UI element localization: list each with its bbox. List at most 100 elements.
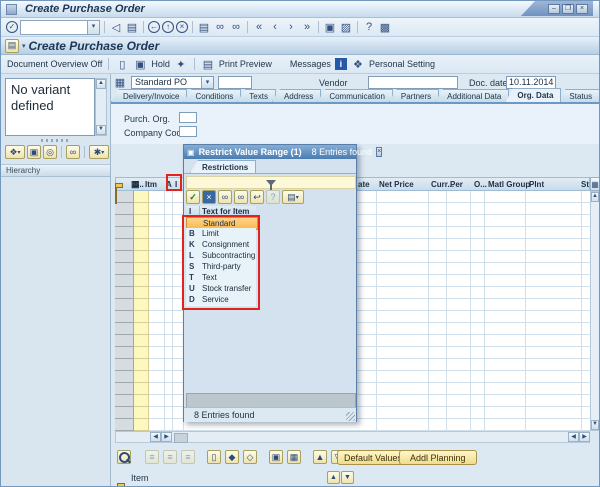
variant-menu-icon[interactable]: ❖ ▾ — [5, 145, 25, 159]
copy-document-icon[interactable]: ▣ — [133, 58, 147, 71]
first-page-icon[interactable]: « — [252, 21, 266, 33]
hscroll-thumb[interactable] — [174, 433, 188, 443]
item-rows-1-icon[interactable]: ≡ — [145, 450, 159, 464]
personal-setting-button[interactable]: Personal Setting — [369, 59, 435, 69]
tab-partners[interactable]: Partners — [388, 89, 440, 102]
dialog-find-next-icon[interactable]: ∞ — [234, 190, 248, 204]
vscroll-up-icon[interactable]: ▲ — [591, 192, 599, 202]
close-button[interactable]: × — [576, 3, 588, 14]
layout-menu-icon[interactable]: ▩ — [378, 21, 392, 34]
hscroll-left-icon[interactable]: ◀ — [150, 432, 161, 442]
col-plant[interactable]: Plnt — [529, 180, 544, 189]
sidebar-find-icon[interactable]: ∞ — [66, 145, 80, 159]
col-delivery-date[interactable]: ate — [358, 180, 370, 189]
previous-item-icon[interactable]: ▲ — [327, 471, 340, 484]
next-page-icon[interactable]: › — [284, 21, 298, 33]
order-number-field[interactable] — [218, 76, 252, 89]
last-page-icon[interactable]: » — [300, 21, 314, 33]
back-icon[interactable]: ← — [148, 21, 160, 33]
variant-scrollbar[interactable]: ▲ ▼ — [95, 78, 107, 136]
sidebar-config-icon[interactable]: ✱ ▾ — [89, 145, 109, 159]
accept-icon[interactable]: ✓ — [186, 190, 200, 204]
hold-button[interactable]: Hold — [151, 59, 170, 69]
enter-icon[interactable]: ✓ — [6, 21, 18, 33]
hscroll-right2-icon[interactable]: ▶ — [579, 432, 590, 442]
minimize-button[interactable]: – — [548, 3, 560, 14]
messages-button[interactable]: Messages — [290, 59, 331, 69]
restrictions-collapsed-bar[interactable] — [186, 176, 356, 190]
sort-icon[interactable]: ▲ — [313, 450, 327, 464]
previous-page-icon[interactable]: ‹ — [268, 21, 282, 33]
item-overview-folder-icon[interactable] — [115, 185, 117, 204]
table-vscrollbar[interactable]: ▲ ▼ — [590, 191, 599, 431]
tab-communication[interactable]: Communication — [317, 89, 393, 102]
copy-item-icon[interactable]: ▣ — [269, 450, 283, 464]
tab-status[interactable]: Status — [557, 89, 599, 102]
find-next-icon[interactable]: ∞ — [229, 21, 243, 33]
tab-additional-data[interactable]: Additional Data — [435, 89, 510, 102]
tab-conditions[interactable]: Conditions — [183, 89, 242, 102]
order-type-combo[interactable]: Standard PO ▾ — [131, 76, 214, 89]
hscroll-right-icon[interactable]: ▶ — [161, 432, 172, 442]
doc-date-field[interactable]: 10.11.2014 — [506, 76, 556, 89]
cancel-icon[interactable]: × — [176, 21, 188, 33]
dialog-help-icon[interactable]: ? — [266, 190, 280, 204]
transaction-menu-dropdown-icon[interactable]: ▾ — [22, 42, 26, 50]
col-o[interactable]: O... — [474, 180, 487, 189]
dialog-find-icon[interactable]: ∞ — [218, 190, 232, 204]
item-rows-2-icon[interactable]: ≡ — [163, 450, 177, 464]
messages-icon[interactable]: i — [334, 58, 347, 70]
print-icon[interactable]: ▤ — [197, 21, 211, 34]
col-matl-group[interactable]: Matl Group — [488, 180, 530, 189]
hscroll-left2-icon[interactable]: ◀ — [568, 432, 579, 442]
exit-icon[interactable]: ↑ — [162, 21, 174, 33]
tab-address[interactable]: Address — [271, 89, 322, 102]
table-settings-icon[interactable]: ▦ — [590, 177, 599, 191]
addl-planning-button[interactable]: Addl Planning — [399, 450, 477, 465]
vendor-field[interactable] — [368, 76, 458, 89]
company-code-field[interactable] — [179, 126, 197, 137]
hierarchy-header[interactable]: Hierarchy — [1, 164, 110, 177]
tab-delivery-invoice[interactable]: Delivery/Invoice — [111, 89, 188, 102]
find-icon[interactable]: ∞ — [213, 21, 227, 33]
print-preview-button[interactable]: Print Preview — [219, 59, 272, 69]
new-session-icon[interactable]: ▣ — [323, 21, 337, 34]
shopping-cart-icon[interactable]: ▦ — [113, 76, 127, 89]
unlock-item-icon[interactable]: ◇ — [243, 450, 257, 464]
create-shortcut-icon[interactable]: ▨ — [339, 21, 353, 34]
tab-org-data[interactable]: Org. Data — [505, 88, 562, 102]
scroll-down-icon[interactable]: ▼ — [96, 125, 106, 135]
col-item[interactable]: Itm — [145, 180, 157, 189]
restrictions-tab[interactable]: Restrictions — [190, 160, 257, 173]
col-per[interactable]: Per — [450, 180, 463, 189]
dialog-close-icon[interactable]: × — [376, 147, 383, 157]
item-rows-3-icon[interactable]: ≡ — [181, 450, 195, 464]
hold-lock-icon[interactable]: ✦ — [174, 58, 188, 71]
list-print-icon[interactable]: ▤ ▾ — [282, 190, 304, 204]
scroll-up-icon[interactable]: ▲ — [96, 79, 106, 89]
resize-grip[interactable] — [346, 412, 355, 421]
dialog-hscrollbar[interactable] — [186, 393, 356, 408]
transaction-menu-icon[interactable]: ▤ — [5, 38, 19, 53]
refresh-icon[interactable]: ◎ — [43, 145, 57, 159]
table-hscrollbar[interactable]: ◀ ▶ ◀ ▶ — [115, 431, 590, 443]
purch-org-field[interactable] — [179, 112, 197, 123]
vscroll-down-icon[interactable]: ▼ — [591, 420, 599, 430]
print-preview-icon[interactable]: ▤ — [201, 58, 215, 71]
col-status[interactable]: S.. — [134, 180, 144, 189]
zoom-item-icon[interactable] — [117, 450, 131, 464]
document-overview-button[interactable]: Document Overview Off — [7, 59, 102, 69]
save-icon[interactable]: ▤ — [125, 21, 139, 34]
command-dropdown-icon[interactable]: ▾ — [87, 20, 99, 34]
grid-view-icon[interactable]: ▦ — [287, 450, 301, 464]
sidebar-resize-handle[interactable] — [41, 139, 69, 142]
back-arrow-icon[interactable]: ◁ — [109, 21, 123, 34]
row-status-column[interactable] — [134, 191, 149, 431]
col-net-price[interactable]: Net Price — [379, 180, 414, 189]
tab-texts[interactable]: Texts — [237, 89, 276, 102]
order-type-dropdown-icon[interactable]: ▾ — [201, 77, 213, 88]
row-selector-column[interactable] — [115, 191, 134, 431]
restore-button[interactable]: ❐ — [562, 3, 574, 14]
create-document-icon[interactable]: ▯ — [115, 58, 129, 71]
transfer-icon[interactable]: ↩ — [250, 190, 264, 204]
